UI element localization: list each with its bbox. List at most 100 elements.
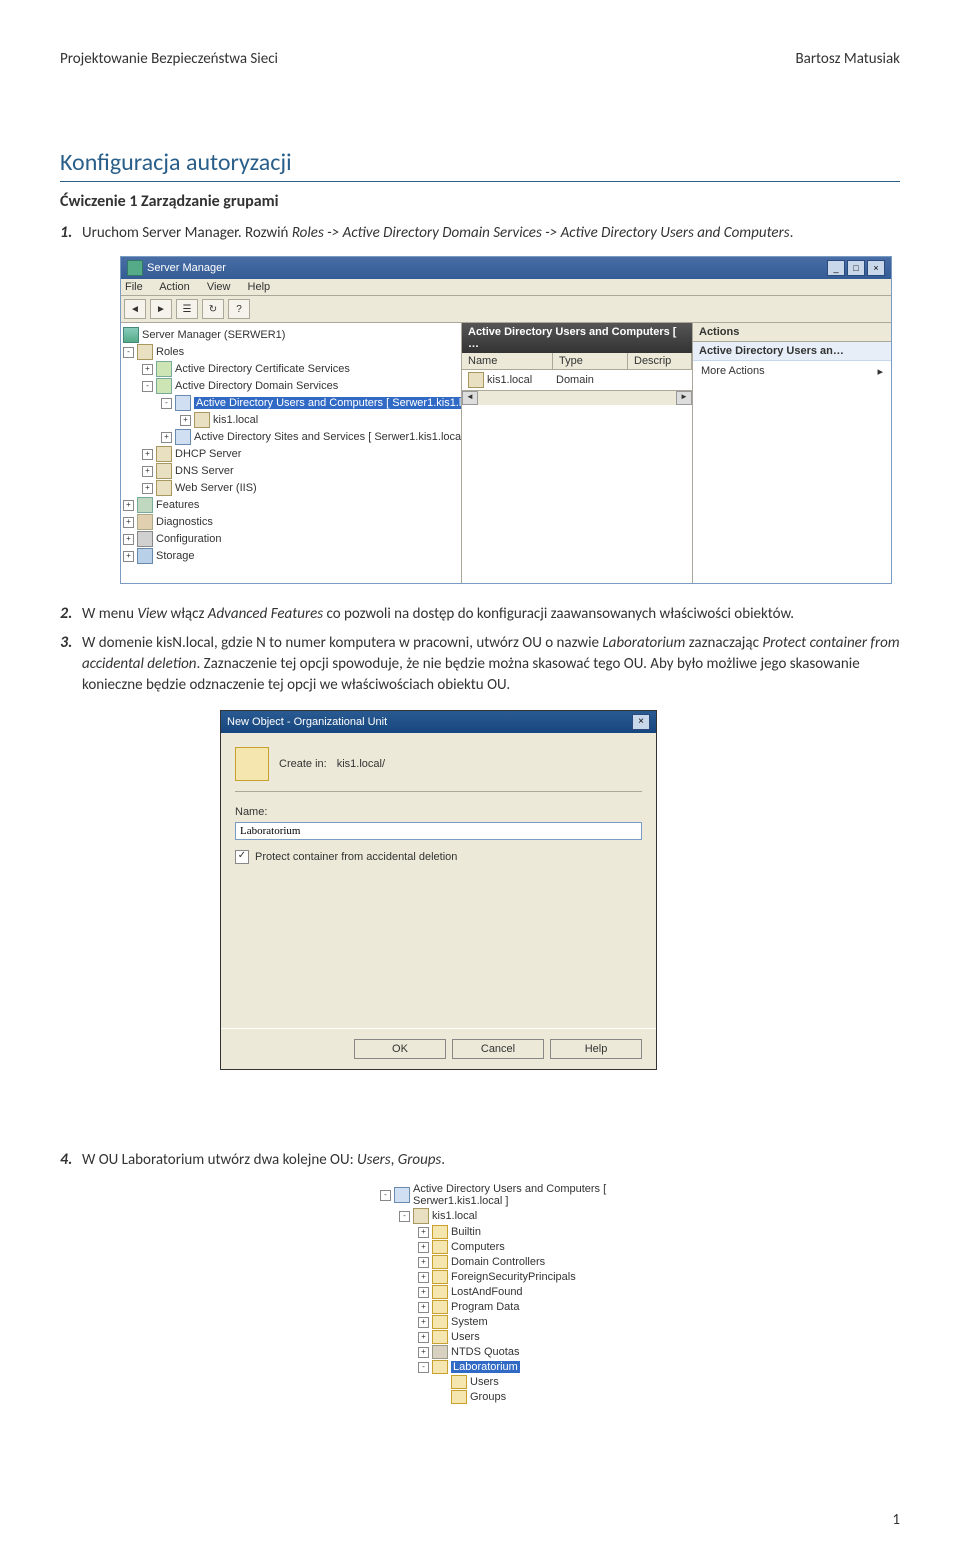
ou-lab-groups[interactable]: Groups xyxy=(470,1391,506,1403)
close-button[interactable]: × xyxy=(632,714,650,730)
header-right: Bartosz Matusiak xyxy=(795,50,900,68)
expand-icon[interactable]: + xyxy=(418,1347,429,1358)
expand-icon[interactable]: + xyxy=(180,415,191,426)
ou-fsp[interactable]: ForeignSecurityPrincipals xyxy=(451,1271,576,1283)
minimize-button[interactable]: _ xyxy=(827,260,845,276)
create-in-value: kis1.local/ xyxy=(337,758,385,770)
ou-system[interactable]: System xyxy=(451,1316,488,1328)
expand-icon[interactable]: + xyxy=(418,1242,429,1253)
tree-adcs[interactable]: Active Directory Certificate Services xyxy=(175,363,350,375)
toolbar: ◄ ► ☰ ↻ ? xyxy=(121,296,891,323)
expand-icon[interactable]: + xyxy=(418,1317,429,1328)
expand-icon[interactable]: + xyxy=(418,1227,429,1238)
ou-tree[interactable]: -Active Directory Users and Computers [ … xyxy=(380,1183,690,1405)
ou-tree-domain[interactable]: kis1.local xyxy=(432,1210,477,1222)
dhcp-icon xyxy=(156,446,172,462)
tree-dhcp[interactable]: DHCP Server xyxy=(175,448,241,460)
expand-icon[interactable]: + xyxy=(142,466,153,477)
tree-aduc[interactable]: Active Directory Users and Computers [ S… xyxy=(194,397,462,409)
maximize-button[interactable]: □ xyxy=(847,260,865,276)
expand-icon[interactable]: + xyxy=(123,500,134,511)
ou-computers[interactable]: Computers xyxy=(451,1241,505,1253)
tree-server[interactable]: Server Manager (SERWER1) xyxy=(142,329,285,341)
step-text: Uruchom Server Manager. Rozwiń Roles -> … xyxy=(82,223,900,244)
tree-features[interactable]: Features xyxy=(156,499,199,511)
expand-icon[interactable]: + xyxy=(123,551,134,562)
header-left: Projektowanie Bezpieczeństwa Sieci xyxy=(60,50,278,68)
expand-icon[interactable]: + xyxy=(161,432,172,443)
collapse-icon[interactable]: - xyxy=(380,1190,391,1201)
collapse-icon[interactable]: - xyxy=(123,347,134,358)
protect-label: Protect container from accidental deleti… xyxy=(255,851,457,863)
adcs-icon xyxy=(156,361,172,377)
close-button[interactable]: × xyxy=(867,260,885,276)
collapse-icon[interactable]: - xyxy=(161,398,172,409)
refresh-button[interactable]: ↻ xyxy=(202,299,224,319)
list-row[interactable]: kis1.local Domain xyxy=(462,370,692,390)
col-description[interactable]: Descrip xyxy=(628,353,692,369)
collapse-icon[interactable]: - xyxy=(418,1362,429,1373)
col-name[interactable]: Name xyxy=(462,353,553,369)
menu-help[interactable]: Help xyxy=(248,281,271,293)
col-type[interactable]: Type xyxy=(553,353,628,369)
ou-users[interactable]: Users xyxy=(451,1331,480,1343)
collapse-icon[interactable]: - xyxy=(142,381,153,392)
expand-icon[interactable]: + xyxy=(418,1287,429,1298)
create-in-label: Create in: xyxy=(279,758,327,770)
ou-ntds[interactable]: NTDS Quotas xyxy=(451,1346,519,1358)
folder-icon xyxy=(432,1345,448,1359)
help-button[interactable]: ? xyxy=(228,299,250,319)
cancel-button[interactable]: Cancel xyxy=(452,1039,544,1059)
menu-file[interactable]: File xyxy=(125,281,143,293)
server-manager-window: Server Manager _ □ × File Action View He… xyxy=(120,256,892,584)
expand-icon[interactable]: + xyxy=(418,1272,429,1283)
menu-action[interactable]: Action xyxy=(159,281,190,293)
tree-domain[interactable]: kis1.local xyxy=(213,414,258,426)
actions-pane: Actions Active Directory Users an… More … xyxy=(693,323,891,583)
configuration-icon xyxy=(137,531,153,547)
expand-icon[interactable]: + xyxy=(418,1332,429,1343)
ou-builtin[interactable]: Builtin xyxy=(451,1226,481,1238)
up-button[interactable]: ☰ xyxy=(176,299,198,319)
expand-icon[interactable]: + xyxy=(123,534,134,545)
step-number: 1. xyxy=(60,223,82,244)
forward-button[interactable]: ► xyxy=(150,299,172,319)
tree-adss[interactable]: Active Directory Sites and Services [ Se… xyxy=(194,431,462,443)
navigation-tree[interactable]: Server Manager (SERWER1) -Roles +Active … xyxy=(121,323,462,583)
ou-lab-users[interactable]: Users xyxy=(470,1376,499,1388)
tree-roles[interactable]: Roles xyxy=(156,346,184,358)
expand-icon[interactable]: + xyxy=(123,517,134,528)
expand-icon[interactable]: + xyxy=(142,364,153,375)
ou-domain-controllers[interactable]: Domain Controllers xyxy=(451,1256,545,1268)
help-button[interactable]: Help xyxy=(550,1039,642,1059)
tree-iis[interactable]: Web Server (IIS) xyxy=(175,482,257,494)
folder-icon xyxy=(432,1270,448,1284)
collapse-icon[interactable]: - xyxy=(399,1211,410,1222)
protect-checkbox[interactable]: ✓ xyxy=(235,850,249,864)
tree-storage[interactable]: Storage xyxy=(156,550,195,562)
expand-icon[interactable]: + xyxy=(142,449,153,460)
tree-dns[interactable]: DNS Server xyxy=(175,465,234,477)
ou-laboratorium[interactable]: Laboratorium xyxy=(451,1361,520,1373)
ou-lostfound[interactable]: LostAndFound xyxy=(451,1286,523,1298)
aduc-icon xyxy=(394,1187,410,1203)
back-button[interactable]: ◄ xyxy=(124,299,146,319)
folder-icon xyxy=(432,1300,448,1314)
expand-icon[interactable]: + xyxy=(418,1302,429,1313)
name-input[interactable] xyxy=(235,822,642,840)
window-controls: _ □ × xyxy=(827,260,885,276)
tree-configuration[interactable]: Configuration xyxy=(156,533,221,545)
menu-view[interactable]: View xyxy=(207,281,231,293)
horizontal-scrollbar[interactable]: ◄► xyxy=(462,390,692,405)
exercise-title: Ćwiczenie 1 Zarządzanie grupami xyxy=(60,192,900,211)
tree-adds[interactable]: Active Directory Domain Services xyxy=(175,380,338,392)
more-actions[interactable]: More Actions▸ xyxy=(693,361,891,382)
tree-diagnostics[interactable]: Diagnostics xyxy=(156,516,213,528)
ou-tree-root[interactable]: Active Directory Users and Computers [ S… xyxy=(413,1183,690,1207)
row-type: Domain xyxy=(556,374,594,386)
ok-button[interactable]: OK xyxy=(354,1039,446,1059)
expand-icon[interactable]: + xyxy=(142,483,153,494)
ou-program-data[interactable]: Program Data xyxy=(451,1301,519,1313)
window-titlebar: Server Manager _ □ × xyxy=(121,257,891,279)
expand-icon[interactable]: + xyxy=(418,1257,429,1268)
